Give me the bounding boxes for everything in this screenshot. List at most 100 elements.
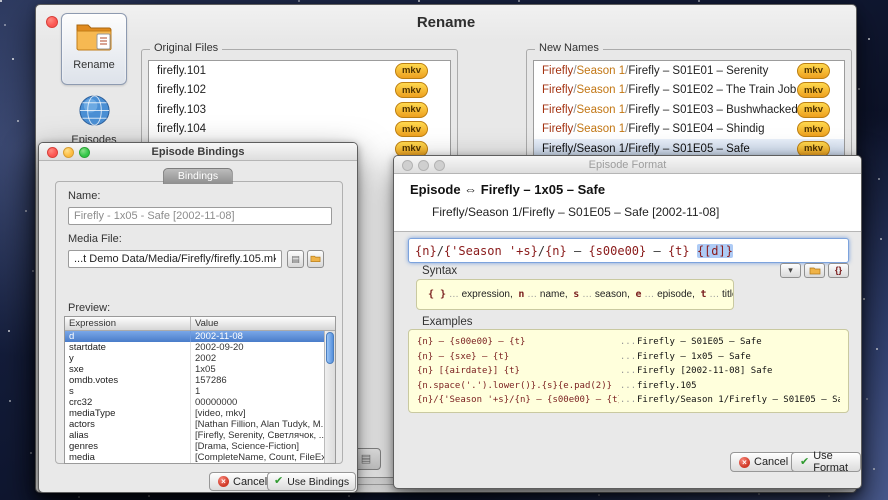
folder-icon xyxy=(809,267,820,275)
preview-table-row[interactable]: alias [Firefly, Serenity, Светлячок, ... xyxy=(65,430,335,441)
example-expression: {n} – {s00e00} – {t} xyxy=(417,337,526,347)
example-row[interactable]: {n}/{'Season '+s}/{n} – {s00e00} – {t}..… xyxy=(417,393,840,408)
format-editor-button[interactable]: {} xyxy=(828,263,849,278)
show-name: Firefly xyxy=(542,123,574,136)
group-title: Original Files xyxy=(150,42,223,54)
preview-table-row[interactable]: y 2002 xyxy=(65,353,335,364)
expression-cell: startdate xyxy=(65,342,191,353)
new-name-text: Firefly/Season 1/Firefly – S01E04 – Shin… xyxy=(542,123,797,135)
bindings-window-titlebar[interactable]: Episode Bindings xyxy=(39,143,357,161)
sidebar-item-label: Rename xyxy=(73,59,115,71)
scrollbar-thumb[interactable] xyxy=(326,332,334,364)
use-bindings-button[interactable]: ✔ Use Bindings xyxy=(267,472,357,491)
format-toolbuttons: ▾ {} xyxy=(780,263,849,278)
episode-file-name: Firefly – S01E05 – Safe xyxy=(628,142,750,155)
value-cell: 2002 xyxy=(195,353,217,364)
preview-table-row[interactable]: d 2002-11-08 xyxy=(65,331,335,342)
value-cell: 1 xyxy=(195,386,201,397)
extension-badge: mkv xyxy=(394,121,428,138)
column-header-value[interactable]: Value xyxy=(191,317,335,330)
expression-part xyxy=(690,244,697,258)
minimize-button[interactable] xyxy=(418,160,429,171)
expression-cell: alias xyxy=(65,430,191,441)
format-window-titlebar[interactable]: Episode Format xyxy=(394,156,861,174)
preview-table-row[interactable]: omdb.votes 157286 xyxy=(65,375,335,386)
expression-cell: crc32 xyxy=(65,397,191,408)
show-name: Firefly xyxy=(542,84,574,97)
file-row[interactable]: firefly.103 mkv xyxy=(149,100,450,120)
cancel-button[interactable]: × Cancel xyxy=(730,452,798,472)
example-dots: ... xyxy=(619,337,637,347)
example-expression: {n} [{airdate}] {t} xyxy=(417,366,520,376)
expression-part: / xyxy=(537,243,546,258)
check-icon: ✔ xyxy=(274,475,284,487)
new-name-row[interactable]: Firefly/Season 1/Firefly – S01E01 – Sere… xyxy=(534,61,844,81)
season-folder: Season 1 xyxy=(576,84,626,97)
example-result: Firefly – S01E05 – Safe xyxy=(637,337,762,347)
examples-rows: {n} – {s00e00} – {t}... Firefly – S01E05 … xyxy=(417,335,840,408)
preview-table-row[interactable]: actors [Nathan Fillion, Alan Tudyk, M... xyxy=(65,419,335,430)
example-result: firefly.105 xyxy=(637,380,697,391)
window-title: Episode Format xyxy=(588,159,667,171)
new-name-row[interactable]: Firefly/Season 1/Firefly – S01E04 – Shin… xyxy=(534,120,844,140)
file-row[interactable]: firefly.101 mkv xyxy=(149,61,450,81)
example-row[interactable]: {n} [{airdate}] {t}... Firefly [2002-11-0… xyxy=(417,364,840,379)
preview-table-row[interactable]: sxe 1x05 xyxy=(65,364,335,375)
format-expression-input[interactable]: {n} / {'Season '+s} / {n} – {s00e00} – {t} {… xyxy=(408,238,849,263)
media-file-label: Media File: xyxy=(68,233,122,245)
examples-panel: {n} – {s00e00} – {t}... Firefly – S01E05 … xyxy=(408,329,849,413)
preview-table-header: Expression Value xyxy=(65,317,335,331)
new-name-row[interactable]: Firefly/Season 1/Firefly – S01E03 – Bush… xyxy=(534,100,844,120)
close-button[interactable] xyxy=(47,147,58,158)
minimize-button[interactable] xyxy=(63,147,74,158)
tab-bindings[interactable]: Bindings xyxy=(162,168,234,184)
value-cell: 1x05 xyxy=(195,364,216,375)
sidebar-item-episodes[interactable]: Episodes xyxy=(61,89,127,149)
column-header-expression[interactable]: Expression xyxy=(65,317,191,330)
format-result-preview: Firefly/Season 1/Firefly – S01E05 – Safe… xyxy=(432,205,720,219)
example-row[interactable]: {n.space('.').lower()}.{s}{e.pad(2)}... f… xyxy=(417,379,840,394)
preview-table-row[interactable]: mediaType [video, mkv] xyxy=(65,408,335,419)
preview-table-row[interactable]: crc32 00000000 xyxy=(65,397,335,408)
window-controls xyxy=(402,160,445,171)
zoom-button[interactable] xyxy=(79,147,90,158)
media-browse-button[interactable] xyxy=(307,250,324,268)
syntax-dots: … xyxy=(446,289,462,300)
braces-icon: {} xyxy=(834,265,842,275)
preview-table-scrollbar[interactable] xyxy=(324,331,335,463)
expression-part: / xyxy=(436,243,444,258)
button-label: Cancel xyxy=(754,456,789,468)
media-info-button[interactable]: ▤ xyxy=(287,250,304,268)
new-name-text: Firefly/Season 1/Firefly – S01E05 – Safe xyxy=(542,143,797,155)
season-folder: Season 1 xyxy=(576,123,626,136)
example-dots: ... xyxy=(619,351,637,362)
preview-table-row[interactable]: genres [Drama, Science-Fiction] xyxy=(65,441,335,452)
format-history-button[interactable]: ▾ xyxy=(780,263,801,278)
close-button[interactable] xyxy=(402,160,413,171)
button-label: Use Format xyxy=(813,450,849,474)
zoom-button[interactable] xyxy=(434,160,445,171)
new-name-row[interactable]: Firefly/Season 1/Firefly – S01E02 – The … xyxy=(534,81,844,101)
window-controls xyxy=(47,147,90,158)
preview-table-row[interactable]: startdate 2002-09-20 xyxy=(65,342,335,353)
file-row[interactable]: firefly.102 mkv xyxy=(149,81,450,101)
name-field[interactable] xyxy=(68,207,332,225)
use-format-button[interactable]: ✔ Use Format xyxy=(791,450,861,474)
syntax-meaning: season, xyxy=(594,289,636,300)
example-row[interactable]: {n} – {s00e00} – {t}... Firefly – S01E05 … xyxy=(417,335,840,350)
sidebar-item-rename[interactable]: Rename xyxy=(61,13,127,85)
stars-decoration xyxy=(0,0,2,2)
syntax-meaning: title xyxy=(722,289,733,300)
file-row[interactable]: firefly.104 mkv xyxy=(149,120,450,140)
preview-table-row[interactable]: media [CompleteName, Count, FileEx... xyxy=(65,452,335,463)
preview-table-row[interactable]: s1 xyxy=(65,386,335,397)
syntax-dots: … xyxy=(524,289,540,300)
format-file-button[interactable] xyxy=(804,263,825,278)
example-row[interactable]: {n} – {sxe} – {t}... Firefly – 1x05 – Saf… xyxy=(417,350,840,365)
media-file-field[interactable] xyxy=(68,250,282,268)
expression-part: – xyxy=(566,243,589,258)
example-result: Firefly – 1x05 – Safe xyxy=(637,351,751,362)
check-icon: ✔ xyxy=(800,455,810,468)
season-folder: Season 1 xyxy=(576,103,626,116)
syntax-meaning: expression, xyxy=(461,289,519,300)
